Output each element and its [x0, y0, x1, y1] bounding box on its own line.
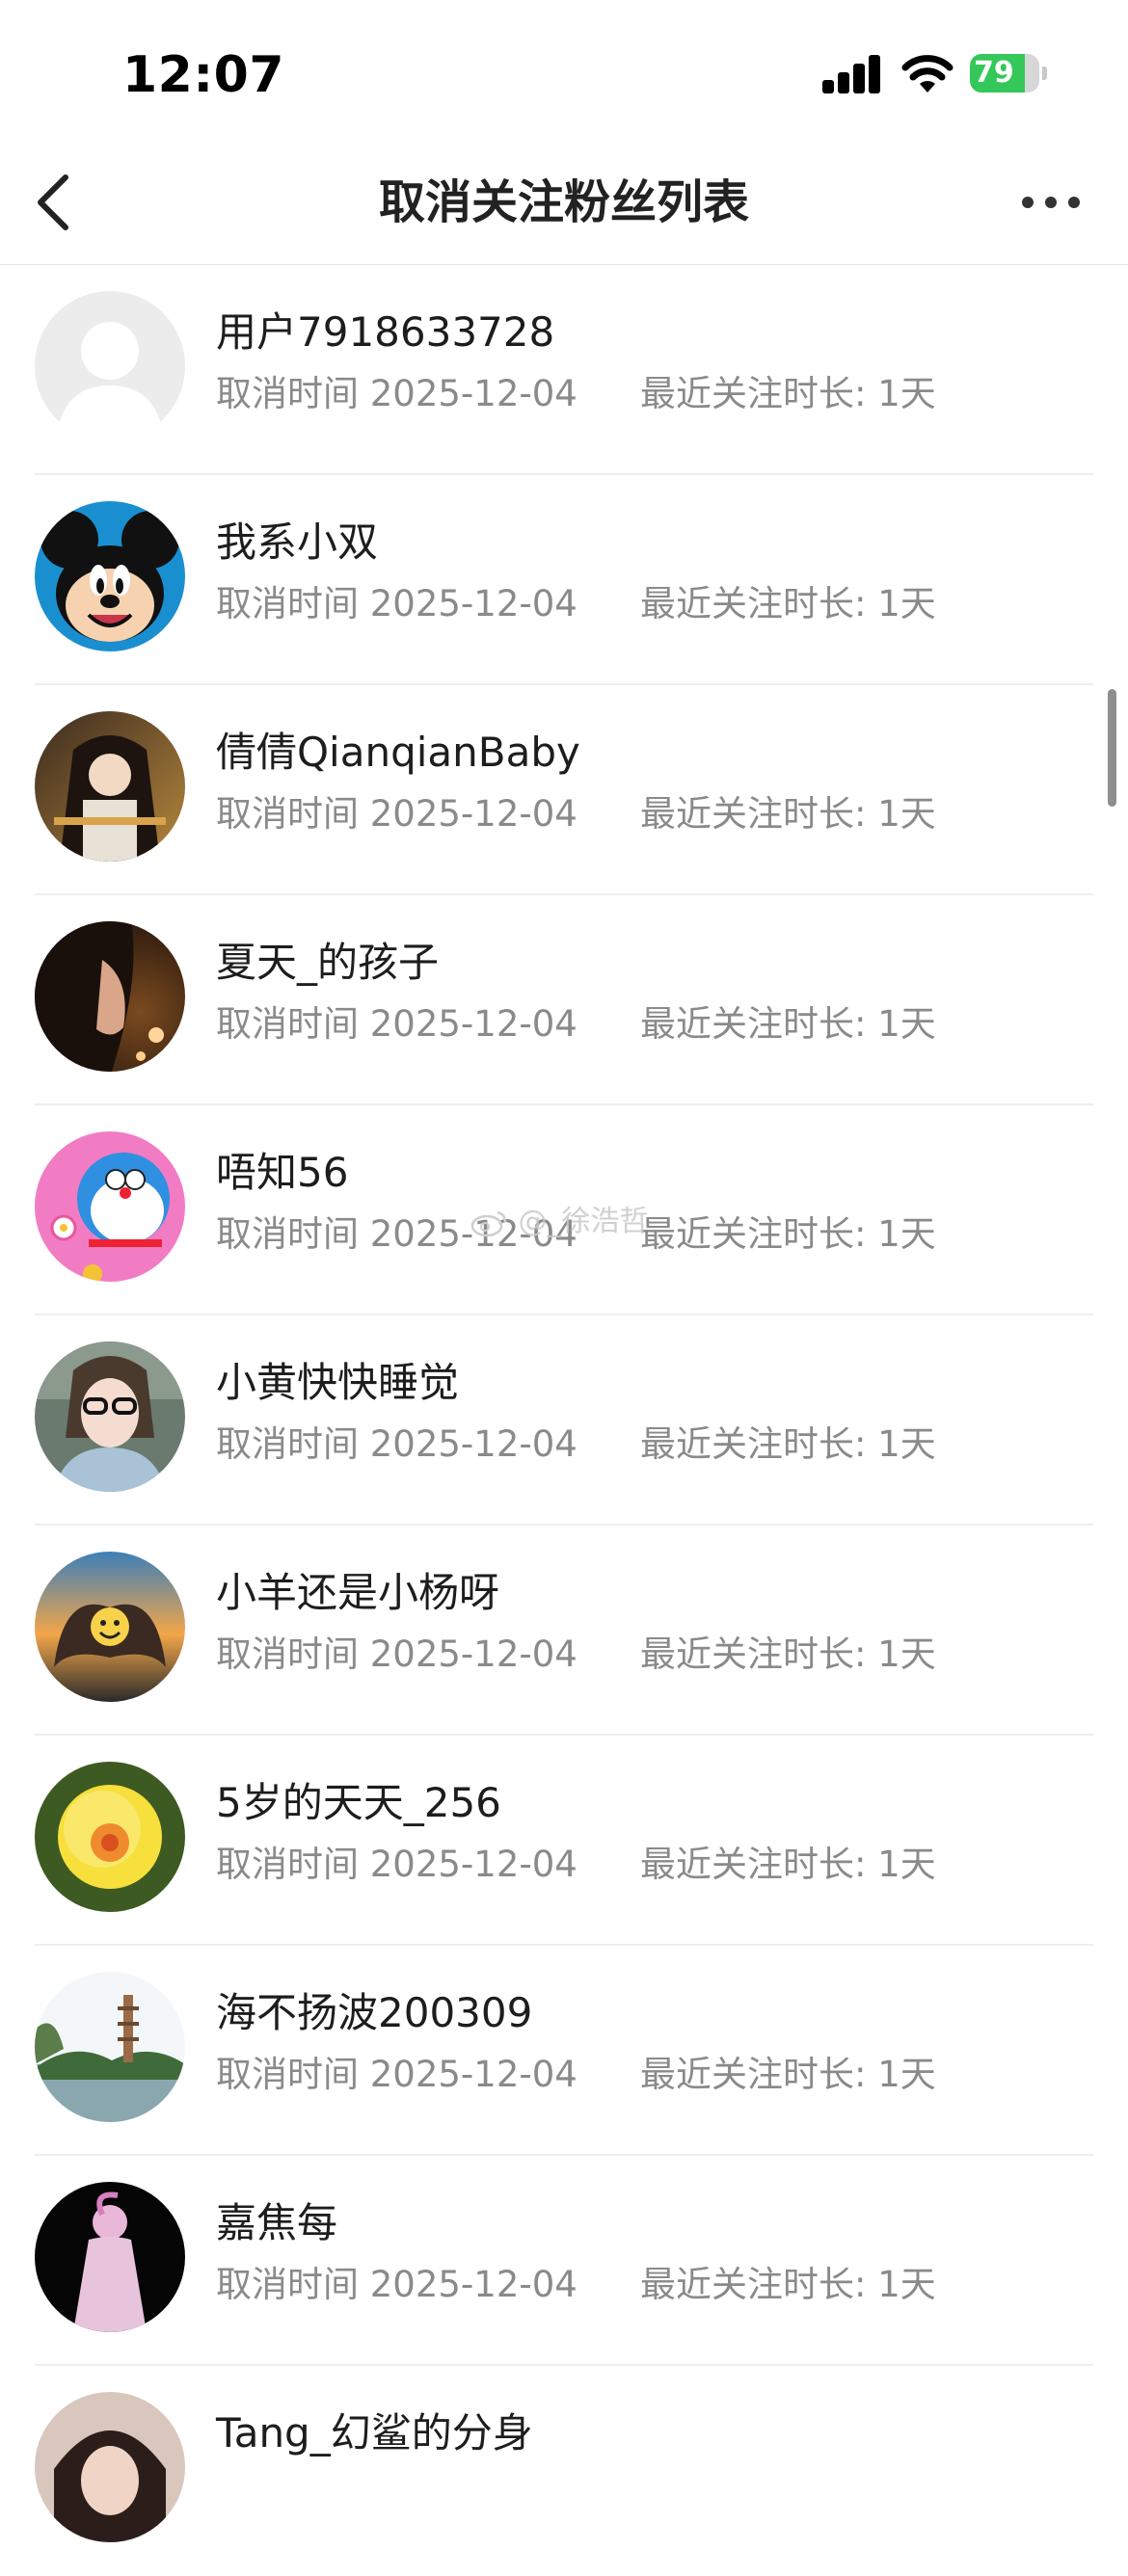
avatar[interactable]: [35, 1762, 185, 1912]
follow-duration: 最近关注时长: 1天: [640, 1003, 936, 1045]
avatar[interactable]: [35, 291, 185, 441]
status-bar: 12:07 79: [0, 0, 1128, 145]
fan-name: 用户7918633728: [216, 308, 555, 356]
cellular-signal-icon: [822, 55, 882, 93]
avatar[interactable]: [35, 1341, 185, 1492]
follow-duration: 最近关注时长: 1天: [640, 1423, 936, 1465]
avatar[interactable]: [35, 1552, 185, 1702]
list-item[interactable]: 海不扬波200309 取消时间 2025-12-04 最近关注时长: 1天: [0, 1946, 1128, 2156]
avatar[interactable]: [35, 711, 185, 862]
avatar[interactable]: [35, 2392, 185, 2542]
list-item[interactable]: 倩倩QianqianBaby 取消时间 2025-12-04 最近关注时长: 1…: [0, 685, 1128, 895]
cancel-time: 取消时间 2025-12-04: [216, 583, 577, 624]
follow-duration: 最近关注时长: 1天: [640, 583, 936, 624]
avatar[interactable]: [35, 1972, 185, 2122]
follow-duration: 最近关注时长: 1天: [640, 373, 936, 414]
battery-percent: 79: [974, 56, 1014, 90]
list-item[interactable]: 小羊还是小杨呀 取消时间 2025-12-04 最近关注时长: 1天: [0, 1526, 1128, 1736]
follow-duration: 最近关注时长: 1天: [640, 1213, 936, 1255]
battery-icon: 79: [970, 54, 1047, 93]
cancel-time: 取消时间 2025-12-04: [216, 2054, 577, 2095]
follow-duration: 最近关注时长: 1天: [640, 2264, 936, 2305]
cancel-time: 取消时间 2025-12-04: [216, 1844, 577, 1885]
fan-name: 小黄快快睡觉: [216, 1359, 460, 1406]
list-item[interactable]: 我系小双 取消时间 2025-12-04 最近关注时长: 1天: [0, 475, 1128, 685]
cancel-time: 取消时间 2025-12-04: [216, 1633, 577, 1675]
avatar[interactable]: [35, 2182, 185, 2332]
fan-name: 夏天_的孩子: [216, 939, 440, 986]
fan-name: 海不扬波200309: [216, 1989, 533, 2036]
fan-name: 唔知56: [216, 1149, 349, 1196]
list-item[interactable]: 夏天_的孩子 取消时间 2025-12-04 最近关注时长: 1天: [0, 895, 1128, 1105]
more-dots-icon: [1022, 197, 1034, 208]
fan-name: 5岁的天天_256: [216, 1779, 501, 1826]
cancel-time: 取消时间 2025-12-04: [216, 793, 577, 835]
page-title: 取消关注粉丝列表: [378, 175, 749, 229]
avatar[interactable]: [35, 1131, 185, 1282]
weibo-icon: [470, 1210, 507, 1236]
list-item[interactable]: 用户7918633728 取消时间 2025-12-04 最近关注时长: 1天: [0, 265, 1128, 475]
status-time: 12:07: [122, 46, 285, 104]
watermark: @_徐浩哲: [470, 1197, 649, 1239]
list-item[interactable]: 嘉焦每 取消时间 2025-12-04 最近关注时长: 1天: [0, 2156, 1128, 2366]
follow-duration: 最近关注时长: 1天: [640, 1633, 936, 1675]
wifi-icon: [901, 52, 953, 94]
fan-name: 嘉焦每: [216, 2199, 338, 2246]
more-options-button[interactable]: [1012, 177, 1089, 226]
fan-name: 倩倩QianqianBaby: [216, 729, 580, 776]
cancel-time: 取消时间 2025-12-04: [216, 1423, 577, 1465]
fan-name: Tang_幻鲨的分身: [216, 2409, 533, 2456]
follow-duration: 最近关注时长: 1天: [640, 2054, 936, 2095]
follow-duration: 最近关注时长: 1天: [640, 793, 936, 835]
list-item[interactable]: Tang_幻鲨的分身: [0, 2366, 1128, 2576]
fan-name: 小羊还是小杨呀: [216, 1569, 500, 1616]
avatar[interactable]: [35, 921, 185, 1072]
cancel-time: 取消时间 2025-12-04: [216, 1003, 577, 1045]
fan-name: 我系小双: [216, 518, 379, 566]
cancel-time: 取消时间 2025-12-04: [216, 2264, 577, 2305]
watermark-text: @_徐浩哲: [518, 1205, 649, 1238]
list-item[interactable]: 小黄快快睡觉 取消时间 2025-12-04 最近关注时长: 1天: [0, 1315, 1128, 1526]
list-item[interactable]: 5岁的天天_256 取消时间 2025-12-04 最近关注时长: 1天: [0, 1736, 1128, 1946]
avatar[interactable]: [35, 501, 185, 651]
cancel-time: 取消时间 2025-12-04: [216, 373, 577, 414]
follow-duration: 最近关注时长: 1天: [640, 1844, 936, 1885]
nav-bar: 取消关注粉丝列表: [0, 145, 1128, 265]
scrollbar[interactable]: [1108, 689, 1116, 807]
